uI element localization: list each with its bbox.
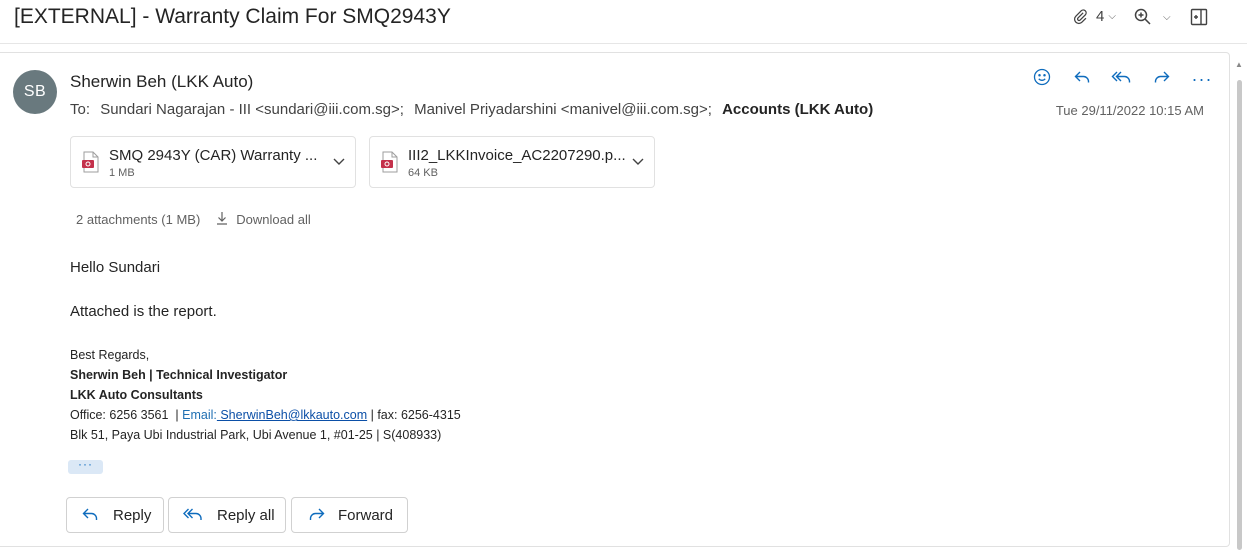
signature-company: LKK Auto Consultants bbox=[70, 388, 203, 402]
recipient[interactable]: Manivel Priyadarshini <manivel@iii.com.s… bbox=[414, 101, 712, 118]
forward-icon bbox=[306, 506, 326, 524]
signature-office: Office: 6256 3561 bbox=[70, 408, 169, 422]
attachment-summary-text: 2 attachments (1 MB) bbox=[76, 212, 201, 227]
reply-button-label: Reply bbox=[113, 506, 152, 524]
reply-all-button-label: Reply all bbox=[217, 506, 275, 524]
message-actions: ··· bbox=[1022, 66, 1222, 92]
forward-button-label: Forward bbox=[338, 506, 394, 524]
recipient[interactable]: Accounts (LKK Auto) bbox=[722, 101, 873, 118]
reply-all-button[interactable]: Reply all bbox=[168, 497, 286, 533]
signature-name-text: Sherwin Beh | Technical Investigator bbox=[70, 368, 288, 382]
signature-regards: Best Regards, bbox=[70, 348, 150, 362]
signature-company-text: LKK Auto Consultants bbox=[70, 388, 203, 402]
recipient[interactable]: Sundari Nagarajan - III <sundari@iii.com… bbox=[100, 101, 404, 118]
show-more-button[interactable]: ··· bbox=[68, 458, 103, 474]
more-icon: ··· bbox=[1191, 69, 1213, 89]
signature-contact: Office: 6256 3561 | Email: SherwinBeh@lk… bbox=[70, 408, 461, 422]
chevron-down-icon: ⌵ bbox=[1163, 11, 1171, 23]
signature-address: Blk 51, Paya Ubi Industrial Park, Ubi Av… bbox=[70, 428, 442, 442]
reply-button[interactable]: Reply bbox=[66, 497, 164, 533]
forward-icon bbox=[1152, 67, 1172, 92]
open-in-new-window-icon bbox=[1189, 7, 1209, 27]
greeting-text: Hello Sundari bbox=[70, 259, 161, 276]
signature-separator: | bbox=[168, 408, 183, 422]
avatar[interactable]: SB bbox=[13, 70, 57, 114]
chevron-down-icon: ⌵ bbox=[1108, 10, 1116, 22]
attachments-count-button[interactable]: 4 ⌵ bbox=[1071, 7, 1116, 25]
zoom-in-icon bbox=[1133, 7, 1153, 27]
reply-icon-button[interactable] bbox=[1062, 66, 1102, 92]
download-all-button[interactable]: Download all bbox=[216, 211, 311, 228]
chevron-down-icon[interactable] bbox=[630, 153, 646, 174]
attachment-card[interactable]: SMQ 2943Y (CAR) Warranty ... 1 MB bbox=[70, 136, 356, 188]
message-card bbox=[0, 52, 1230, 547]
download-all-label: Download all bbox=[236, 212, 311, 227]
signature-email-label: Email: bbox=[182, 408, 217, 422]
attachment-count: 4 bbox=[1096, 7, 1105, 25]
attachment-name: III2_LKKInvoice_AC2207290.p... bbox=[408, 147, 626, 164]
recipients-line: To: Sundari Nagarajan - III <sundari@iii… bbox=[70, 101, 873, 118]
reply-all-icon-button[interactable] bbox=[1102, 66, 1142, 92]
signature-name: Sherwin Beh | Technical Investigator bbox=[70, 368, 287, 382]
forward-icon-button[interactable] bbox=[1142, 66, 1182, 92]
message-date: Tue 29/11/2022 10:15 AM bbox=[1055, 103, 1204, 118]
pdf-file-icon bbox=[380, 151, 400, 178]
zoom-button[interactable]: ⌵ bbox=[1133, 7, 1171, 27]
scrollbar[interactable] bbox=[1237, 80, 1242, 550]
scroll-up-arrow-icon[interactable]: ▲ bbox=[1235, 60, 1243, 69]
signature-fax: | fax: 6256-4315 bbox=[367, 408, 461, 422]
react-button[interactable] bbox=[1022, 66, 1062, 92]
attachment-size: 1 MB bbox=[109, 167, 135, 179]
to-label: To: bbox=[70, 101, 91, 118]
reply-all-icon bbox=[183, 506, 205, 524]
reply-icon bbox=[1072, 67, 1092, 92]
chevron-down-icon[interactable] bbox=[331, 153, 347, 174]
attachment-card[interactable]: III2_LKKInvoice_AC2207290.p... 64 KB bbox=[369, 136, 655, 188]
open-in-new-window-button[interactable] bbox=[1189, 7, 1209, 27]
forward-button[interactable]: Forward bbox=[291, 497, 408, 533]
email-subject: [EXTERNAL] - Warranty Claim For SMQ2943Y bbox=[14, 5, 451, 28]
pdf-file-icon bbox=[81, 151, 101, 178]
signature-email-link[interactable]: SherwinBeh@lkkauto.com bbox=[217, 408, 367, 422]
more-actions-button[interactable]: ··· bbox=[1182, 66, 1222, 92]
attachment-name: SMQ 2943Y (CAR) Warranty ... bbox=[109, 147, 318, 164]
paperclip-icon bbox=[1071, 7, 1089, 25]
reply-all-icon bbox=[1111, 67, 1133, 92]
attachment-summary: 2 attachments (1 MB) Download all bbox=[76, 211, 311, 228]
reply-icon bbox=[81, 506, 101, 524]
body-text: Attached is the report. bbox=[70, 303, 217, 320]
download-icon bbox=[216, 211, 228, 228]
subject-bar: [EXTERNAL] - Warranty Claim For SMQ2943Y… bbox=[0, 0, 1247, 44]
attachment-size: 64 KB bbox=[408, 167, 438, 179]
sender-name[interactable]: Sherwin Beh (LKK Auto) bbox=[70, 72, 253, 92]
emoji-icon bbox=[1032, 67, 1052, 92]
